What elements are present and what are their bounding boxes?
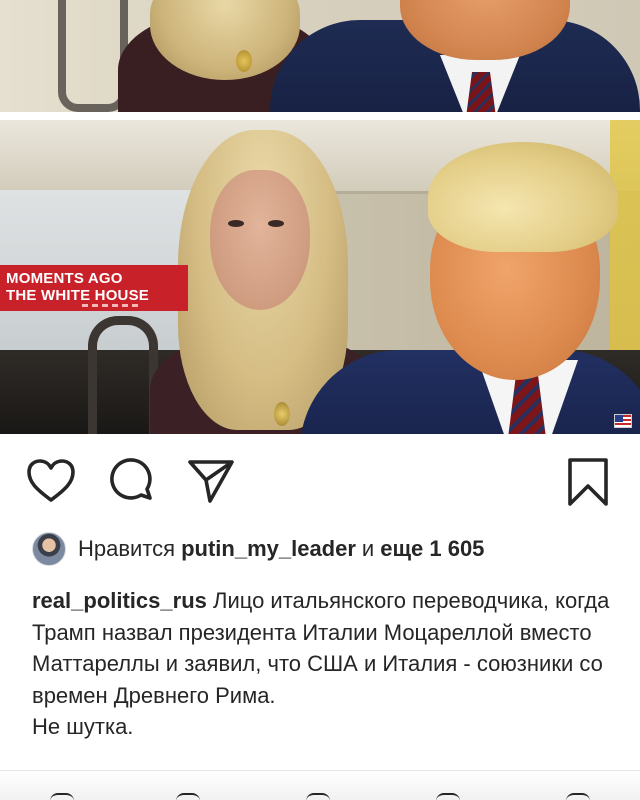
- flag-pin-icon: [614, 414, 632, 428]
- news-banner-line2: THE WHITE HOUSE: [6, 287, 150, 304]
- bottom-tab-bar: [0, 770, 640, 800]
- profile-icon[interactable]: [566, 793, 590, 800]
- news-banner-line1: MOMENTS AGO: [6, 270, 123, 287]
- author-username[interactable]: real_politics_rus: [32, 588, 207, 613]
- bookmark-outline-icon[interactable]: [566, 456, 610, 508]
- likes-conjunction: и: [361, 536, 375, 561]
- post-caption: real_politics_rus Лицо итальянского пере…: [32, 585, 622, 743]
- home-icon[interactable]: [50, 793, 74, 800]
- search-icon[interactable]: [176, 793, 200, 800]
- reels-icon[interactable]: [306, 793, 330, 800]
- post-action-bar: [0, 434, 640, 524]
- likes-prefix: Нравится: [78, 536, 176, 561]
- post-image[interactable]: MOMENTS AGO THE WHITE HOUSE: [0, 120, 640, 434]
- speech-bubble-icon[interactable]: [108, 458, 156, 506]
- activity-icon[interactable]: [436, 793, 460, 800]
- news-banner: MOMENTS AGO THE WHITE HOUSE: [0, 265, 188, 311]
- image-separator: [0, 112, 640, 120]
- avatar[interactable]: [32, 532, 66, 566]
- paper-plane-icon[interactable]: [186, 458, 236, 504]
- liker-username[interactable]: putin_my_leader: [181, 536, 356, 562]
- caption-note: Не шутка.: [32, 714, 134, 739]
- heart-outline-icon[interactable]: [26, 458, 76, 504]
- likes-count[interactable]: еще 1 605: [380, 536, 484, 562]
- likes-line[interactable]: Нравится putin_my_leader и еще 1 605: [32, 530, 484, 568]
- previous-post-image: [0, 0, 640, 112]
